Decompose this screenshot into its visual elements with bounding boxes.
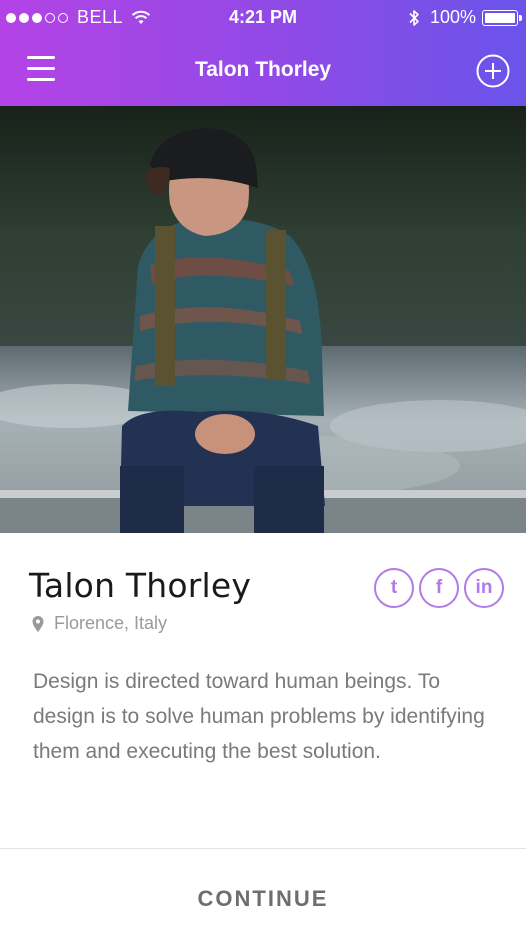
profile-bio: Design is directed toward human beings. … <box>33 670 485 763</box>
location: Florence, Italy <box>32 613 167 634</box>
linkedin-icon[interactable]: in <box>464 568 504 608</box>
battery-percentage: 100% <box>429 7 476 27</box>
nav-bar: Talon Thorley <box>0 40 526 100</box>
location-text: Florence, Italy <box>54 613 168 633</box>
profile-photo-illustration <box>0 106 526 533</box>
header: BELL 4:21 PM 100% Talon Thorley <box>0 0 526 106</box>
status-bar: BELL 4:21 PM 100% <box>0 0 526 36</box>
profile-photo <box>0 106 526 533</box>
location-pin-icon <box>32 615 44 632</box>
add-icon[interactable] <box>476 54 510 88</box>
twitter-icon[interactable]: t <box>374 568 414 608</box>
bluetooth-icon <box>409 9 419 26</box>
nav-title: Talon Thorley <box>194 58 332 81</box>
profile-name: Talon Thorley <box>29 566 252 605</box>
status-right: 100% <box>408 7 522 28</box>
continue-button[interactable]: CONTINUE <box>0 849 526 948</box>
social-links: t f in <box>369 568 504 608</box>
facebook-icon[interactable]: f <box>419 568 459 608</box>
battery-icon <box>482 9 522 26</box>
